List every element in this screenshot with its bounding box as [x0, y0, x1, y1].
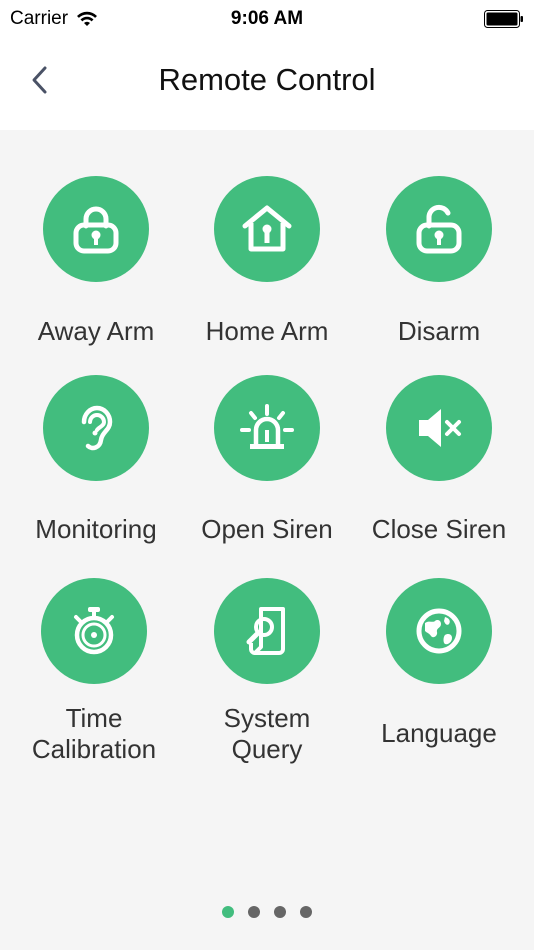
system-query-circle: [214, 578, 320, 684]
battery-icon: [484, 10, 524, 34]
lock-closed-icon: [73, 206, 119, 254]
home-arm-circle: [214, 176, 320, 282]
remote-control-grid: Away Arm Home Arm Disarm Monitoring Open…: [0, 130, 534, 950]
page-indicator: [0, 906, 534, 918]
monitoring-circle: [43, 375, 149, 481]
open-siren-circle: [214, 375, 320, 481]
language-circle: [386, 578, 492, 684]
page-title: Remote Control: [158, 62, 376, 97]
away-arm-circle: [43, 176, 149, 282]
page-dot[interactable]: [274, 906, 286, 918]
page-dot[interactable]: [248, 906, 260, 918]
navigation-bar: Remote Control: [0, 38, 534, 130]
disarm-label: Disarm: [397, 316, 481, 346]
close-siren-circle: [386, 375, 492, 481]
stopwatch-icon: [74, 607, 114, 655]
open-siren-label: Open Siren: [201, 514, 333, 544]
globe-icon: [416, 608, 462, 654]
home-lock-icon: [242, 205, 292, 252]
status-time: 9:06 AM: [230, 8, 304, 29]
time-calibration-label: Time Calibration: [31, 703, 157, 764]
system-query-label: System Query: [223, 703, 311, 764]
away-arm-label: Away Arm: [37, 316, 155, 346]
document-search-icon: [246, 607, 285, 655]
disarm-circle: [386, 176, 492, 282]
speaker-mute-icon: [419, 409, 461, 447]
close-siren-label: Close Siren: [371, 514, 507, 544]
siren-icon: [240, 404, 294, 449]
status-bar: Carrier 9:06 AM: [0, 0, 534, 38]
ear-icon: [81, 405, 113, 451]
time-calibration-circle: [41, 578, 147, 684]
language-label: Language: [381, 718, 497, 748]
home-arm-label: Home Arm: [205, 316, 329, 346]
monitoring-label: Monitoring: [35, 514, 157, 544]
page-dot[interactable]: [222, 906, 234, 918]
page-dot[interactable]: [300, 906, 312, 918]
lock-open-icon: [416, 204, 462, 254]
